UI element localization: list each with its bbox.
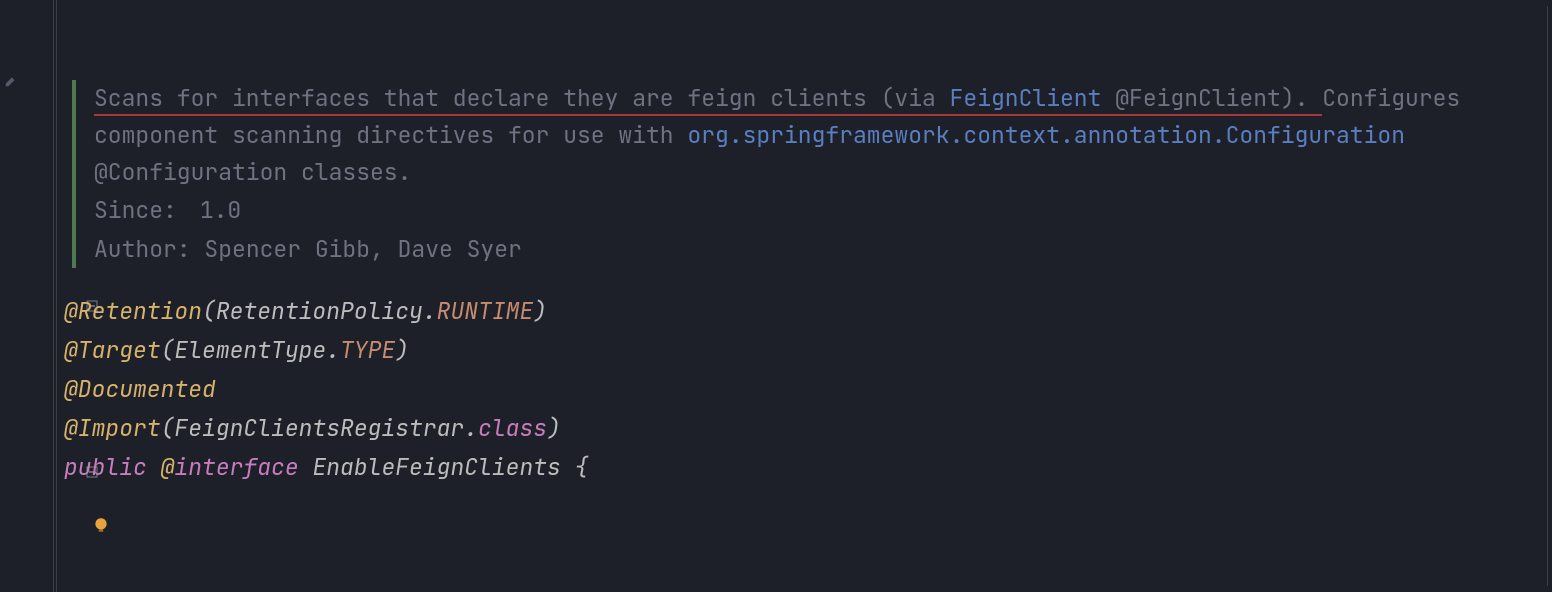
javadoc-author-row: Author: Spencer Gibb, Dave Syer	[94, 231, 1540, 268]
javadoc-author-value: Spencer Gibb, Dave Syer	[204, 234, 521, 264]
pencil-icon	[4, 74, 18, 88]
javadoc-block: Scans for interfaces that declare they a…	[72, 80, 1540, 268]
gutter-primary	[0, 0, 42, 592]
javadoc-text: Scans for interfaces that declare they a…	[94, 83, 950, 116]
identifier: FeignClientsRegistrar	[174, 413, 464, 443]
javadoc-author-label: Author:	[94, 231, 191, 268]
identifier: ElementType	[174, 335, 326, 365]
annotation-target: @Target	[64, 335, 161, 365]
javadoc-description: Scans for interfaces that declare they a…	[94, 80, 1540, 190]
code-block[interactable]: @Retention(RetentionPolicy.RUNTIME) @Tar…	[64, 292, 1540, 487]
javadoc-link-feignclient[interactable]: FeignClient	[950, 83, 1102, 116]
fold-guide-line	[53, 0, 54, 592]
javadoc-text: @FeignClient).	[1101, 83, 1322, 116]
identifier: RetentionPolicy	[216, 296, 423, 326]
code-line-target[interactable]: @Target(ElementType.TYPE)	[64, 331, 1540, 370]
constant: RUNTIME	[437, 296, 534, 326]
at-sign: @	[161, 452, 175, 482]
type-name: EnableFeignClients	[312, 452, 560, 482]
annotation-import: @Import	[64, 413, 161, 443]
javadoc-since-row: Since: 1.0	[94, 192, 1540, 229]
lightbulb-icon[interactable]	[92, 516, 110, 534]
fold-guide-line	[56, 0, 57, 592]
keyword-public: public	[64, 452, 161, 482]
right-margin-line	[1547, 6, 1548, 586]
javadoc-link-configuration[interactable]: org.springframework.context.annotation.C…	[687, 120, 1405, 150]
javadoc-since-value: 1.0	[200, 195, 241, 225]
gutter-folding	[42, 0, 66, 592]
constant: TYPE	[340, 335, 395, 365]
editor-content[interactable]: Scans for interfaces that declare they a…	[64, 0, 1540, 592]
annotation-documented: @Documented	[64, 374, 216, 404]
brace-open: {	[561, 452, 589, 482]
code-line-retention[interactable]: @Retention(RetentionPolicy.RUNTIME)	[64, 292, 1540, 331]
javadoc-since-label: Since:	[94, 192, 186, 229]
keyword-class: class	[478, 413, 547, 443]
code-line-import[interactable]: @Import(FeignClientsRegistrar.class)	[64, 409, 1540, 448]
code-line-documented[interactable]: @Documented	[64, 370, 1540, 409]
keyword-interface: interface	[174, 452, 312, 482]
annotation-retention: @Retention	[64, 296, 202, 326]
javadoc-text: @Configuration classes.	[94, 157, 411, 187]
code-line-declaration[interactable]: public @interface EnableFeignClients {	[64, 448, 1540, 487]
